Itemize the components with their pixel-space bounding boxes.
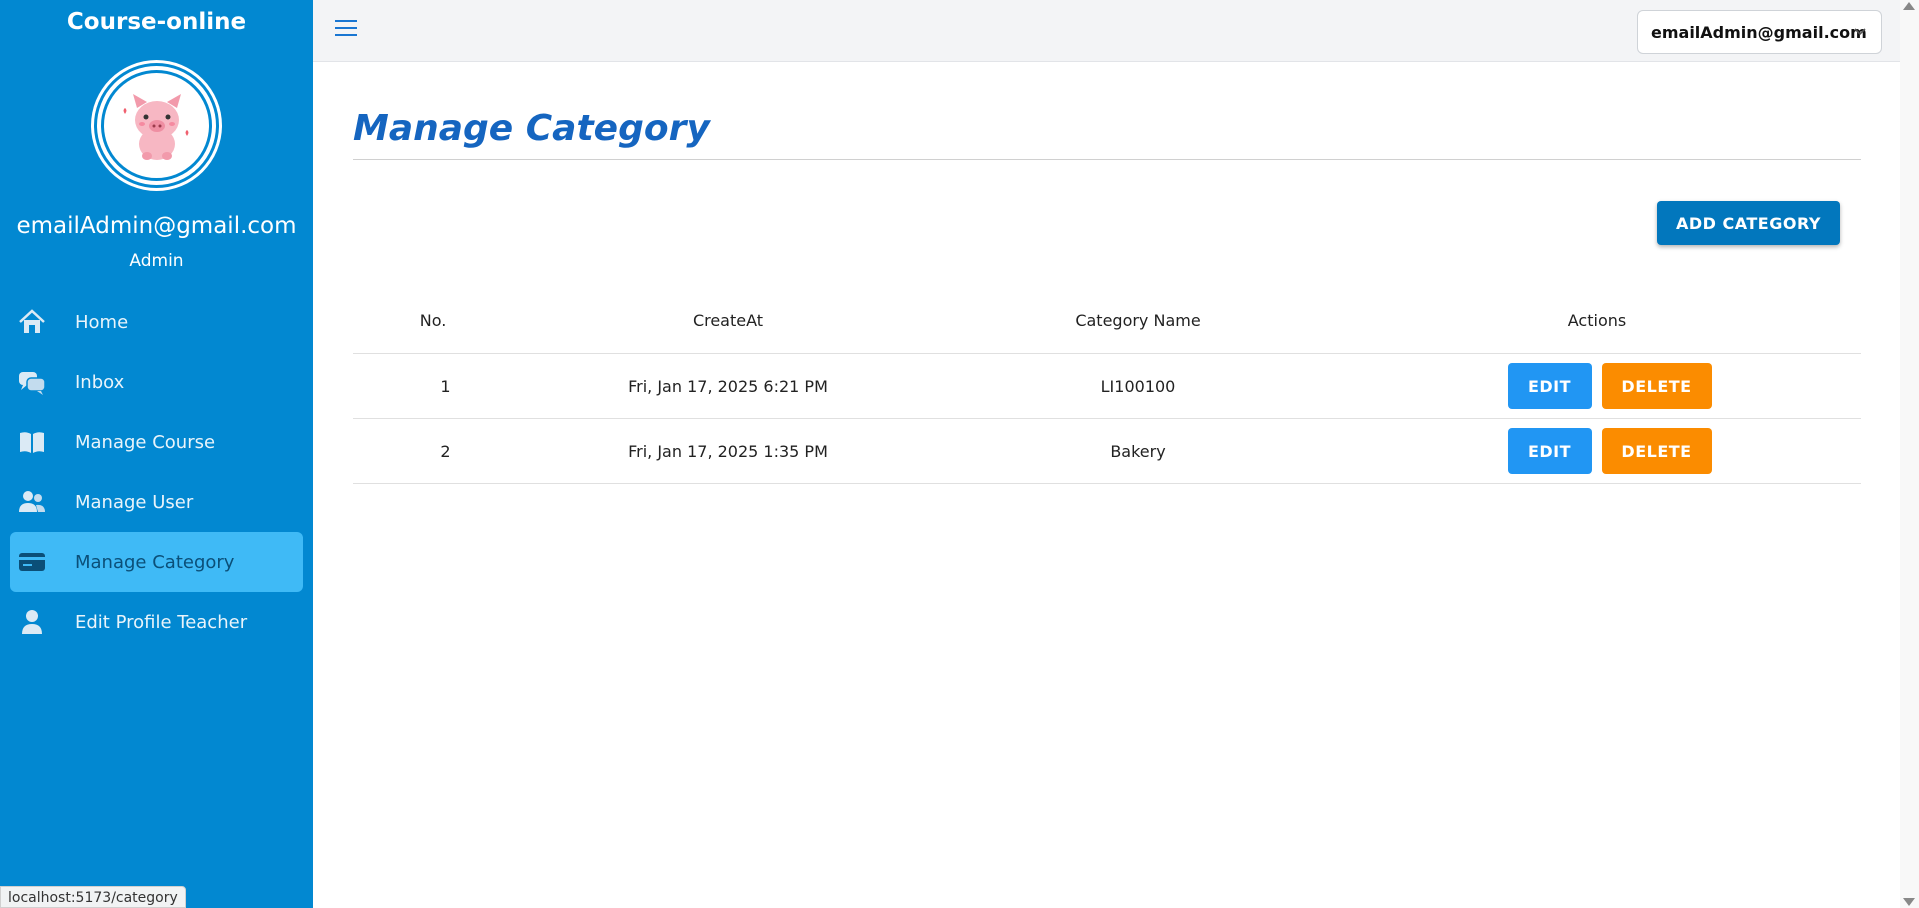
add-category-button[interactable]: ADD CATEGORY xyxy=(1657,201,1840,245)
sidebar-item-inbox[interactable]: Inbox xyxy=(0,352,303,412)
sidebar-item-label: Manage Category xyxy=(75,551,235,573)
topbar: emailAdmin@gmail.com xyxy=(313,0,1900,62)
edit-button[interactable]: EDIT xyxy=(1507,363,1592,409)
table-row: 1 Fri, Jan 17, 2025 6:21 PM LI100100 EDI… xyxy=(353,354,1861,419)
home-icon xyxy=(16,306,48,338)
edit-button[interactable]: EDIT xyxy=(1507,428,1592,474)
chevron-down-icon xyxy=(1854,28,1866,36)
sidebar-item-edit-profile-teacher[interactable]: Edit Profile Teacher xyxy=(0,592,303,652)
category-table: No. CreateAt Category Name Actions 1 Fri… xyxy=(353,288,1861,484)
table-row: 2 Fri, Jan 17, 2025 1:35 PM Bakery EDIT … xyxy=(353,419,1861,484)
sidebar-item-label: Manage Course xyxy=(75,431,216,453)
delete-button[interactable]: DELETE xyxy=(1601,363,1712,409)
cell-no: 1 xyxy=(440,376,451,396)
header-no: No. xyxy=(419,311,447,330)
cell-category-name: LI100100 xyxy=(1100,376,1176,396)
cell-create-at: Fri, Jan 17, 2025 6:21 PM xyxy=(628,376,828,396)
cell-create-at: Fri, Jan 17, 2025 1:35 PM xyxy=(628,441,828,461)
status-url: localhost:5173/category xyxy=(0,886,186,908)
avatar xyxy=(94,63,219,188)
profile-email: emailAdmin@gmail.com xyxy=(16,213,297,239)
scrollbar[interactable] xyxy=(1900,0,1919,908)
header-create-at: CreateAt xyxy=(692,311,764,330)
sidebar-item-home[interactable]: Home xyxy=(0,292,303,352)
card-icon xyxy=(16,546,48,578)
scroll-down-arrow-icon[interactable] xyxy=(1903,898,1915,906)
sidebar-item-label: Inbox xyxy=(75,371,125,393)
pig-avatar-icon xyxy=(123,93,188,160)
hamburger-menu-icon[interactable] xyxy=(335,20,359,42)
cell-category-name: Bakery xyxy=(1110,441,1166,461)
sidebar-nav: Home Inbox Manage Course Manage User Man… xyxy=(0,292,313,652)
table-header: No. CreateAt Category Name Actions xyxy=(353,288,1861,354)
sidebar-item-label: Manage User xyxy=(75,491,194,513)
delete-button[interactable]: DELETE xyxy=(1601,428,1712,474)
header-actions: Actions xyxy=(1567,311,1627,330)
account-select-value: emailAdmin@gmail.com xyxy=(1651,22,1867,42)
cell-no: 2 xyxy=(440,441,451,461)
sidebar-item-label: Home xyxy=(75,311,129,333)
sidebar: Course-online emailAdmin@gmail.com Admin… xyxy=(0,0,313,908)
cell-actions: EDIT DELETE xyxy=(1358,363,1861,409)
person-icon xyxy=(16,606,48,638)
sidebar-item-manage-user[interactable]: Manage User xyxy=(0,472,303,532)
sidebar-item-label: Edit Profile Teacher xyxy=(75,611,248,633)
scroll-up-arrow-icon[interactable] xyxy=(1903,2,1915,10)
chat-icon xyxy=(16,366,48,398)
sidebar-item-manage-course[interactable]: Manage Course xyxy=(0,412,303,472)
profile-role: Admin xyxy=(129,251,184,271)
book-icon xyxy=(16,426,48,458)
account-select[interactable]: emailAdmin@gmail.com xyxy=(1637,10,1882,54)
brand-title: Course-online xyxy=(66,9,247,35)
page-title: Manage Category xyxy=(353,108,710,149)
header-category-name: Category Name xyxy=(1075,311,1201,330)
cell-actions: EDIT DELETE xyxy=(1358,428,1861,474)
users-icon xyxy=(16,486,48,518)
title-divider xyxy=(353,159,1861,160)
sidebar-item-manage-category[interactable]: Manage Category xyxy=(10,532,303,592)
